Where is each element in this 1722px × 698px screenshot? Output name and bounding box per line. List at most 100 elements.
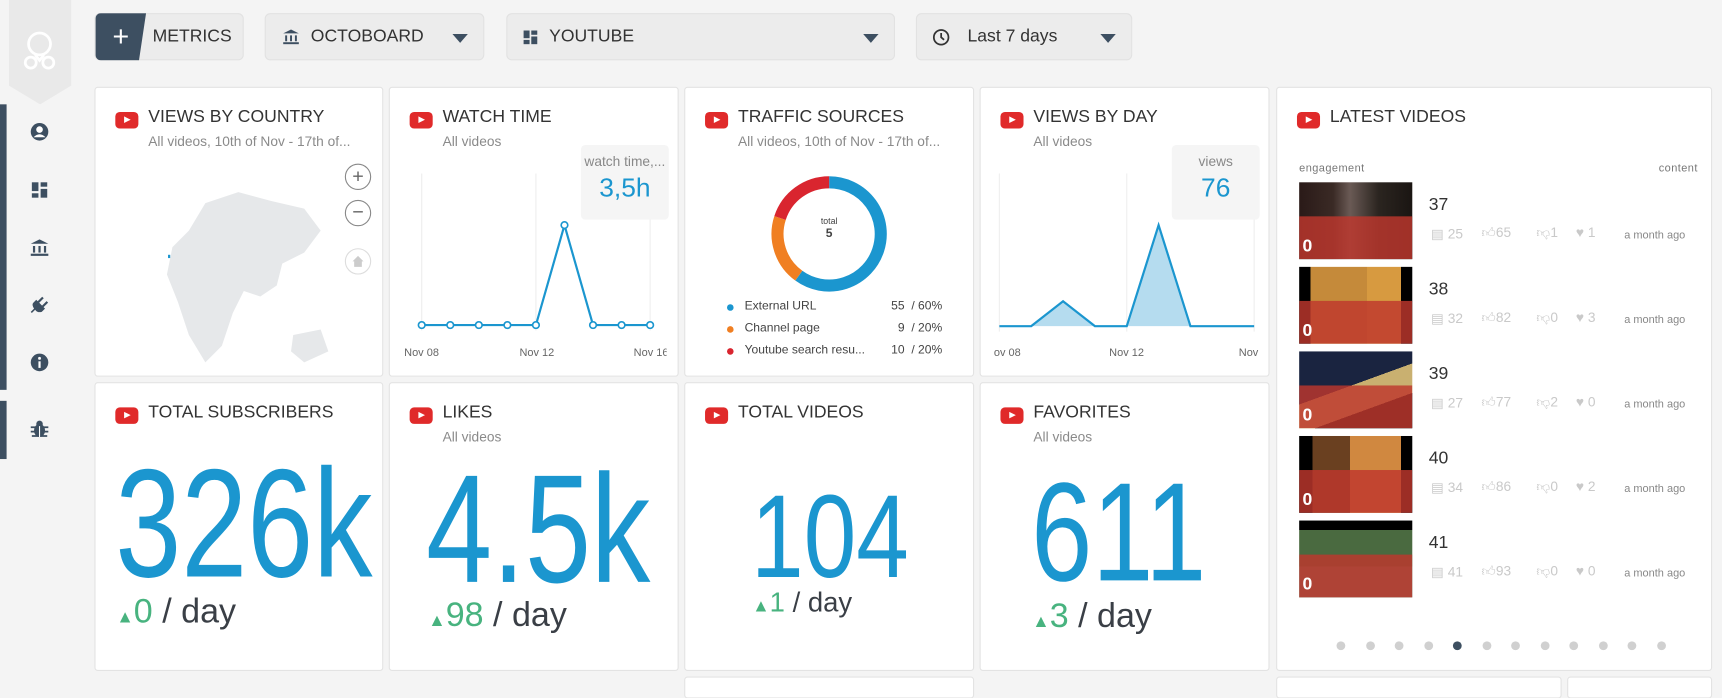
video-list-item[interactable]: 0 39 ▤ 27 👍︎77 👎︎2 ♥ 0 a month ago bbox=[1299, 351, 1716, 429]
donut-slice[interactable] bbox=[774, 176, 830, 221]
video-thumbnail[interactable]: 0 bbox=[1299, 435, 1413, 513]
carousel-page-dot[interactable] bbox=[1656, 641, 1666, 651]
add-metrics-button[interactable]: + METRICS bbox=[94, 13, 244, 61]
video-thumbnail[interactable]: 0 bbox=[1299, 182, 1413, 260]
youtube-icon bbox=[409, 407, 433, 424]
comments-stat: ▤ 34 bbox=[1430, 479, 1464, 496]
data-point[interactable] bbox=[617, 320, 626, 330]
favorites-value: 611 bbox=[1031, 453, 1207, 612]
thumbs-down-icon: 👎︎ bbox=[1536, 563, 1551, 579]
card-title: TRAFFIC SOURCES bbox=[737, 107, 904, 127]
plus-icon: + bbox=[95, 13, 147, 61]
data-point[interactable] bbox=[531, 320, 541, 330]
comments-stat: ▤ 32 bbox=[1430, 310, 1464, 327]
watch-time-chart[interactable] bbox=[390, 88, 680, 378]
carousel-page-dot[interactable] bbox=[1365, 641, 1375, 651]
video-thumbnail[interactable]: 0 bbox=[1299, 266, 1413, 344]
legend-label: Youtube search resu... bbox=[744, 343, 866, 357]
donut-slice[interactable] bbox=[771, 216, 803, 281]
legend-dot bbox=[727, 326, 734, 333]
views-by-day-chart[interactable] bbox=[981, 88, 1271, 378]
card-title: VIEWS BY COUNTRY bbox=[148, 107, 325, 127]
video-title[interactable]: 38 bbox=[1429, 280, 1449, 300]
kpi-value: 76 bbox=[1201, 173, 1231, 204]
card-subtitle: All videos, 10th of Nov - 17th of... bbox=[737, 133, 941, 150]
video-list-item[interactable]: 0 40 ▤ 34 👍︎86 👎︎0 ♥ 2 a month ago bbox=[1299, 435, 1716, 513]
video-age: a month ago bbox=[1624, 483, 1686, 496]
carousel-page-dot[interactable] bbox=[1511, 641, 1520, 651]
carousel-page-dot[interactable] bbox=[1423, 641, 1433, 651]
dashboard-dropdown[interactable]: YOUTUBE bbox=[506, 13, 896, 61]
data-point[interactable] bbox=[417, 320, 426, 330]
plug-icon[interactable] bbox=[30, 295, 50, 315]
likes-stat: 👍︎65 bbox=[1481, 225, 1512, 241]
legend-label: Channel page bbox=[744, 321, 820, 335]
video-title[interactable]: 41 bbox=[1429, 534, 1449, 554]
favorites-stat: ♥ 0 bbox=[1575, 563, 1596, 579]
legend-label: External URL bbox=[744, 299, 817, 313]
bank-icon[interactable] bbox=[30, 238, 50, 258]
carousel-page-dot[interactable] bbox=[1452, 641, 1462, 651]
videos-per-day: ▲1 / day bbox=[752, 588, 852, 620]
donut-total-label: total bbox=[820, 216, 838, 227]
data-point[interactable] bbox=[503, 320, 512, 330]
data-point[interactable] bbox=[474, 320, 483, 330]
likes-stat: 👍︎82 bbox=[1481, 309, 1512, 326]
app-logo[interactable] bbox=[8, 0, 72, 105]
bug-icon[interactable] bbox=[30, 420, 50, 440]
video-list-item[interactable]: 0 37 ▤ 25 👍︎65 👎︎1 ♥ 1 a month ago bbox=[1299, 182, 1716, 260]
carousel-page-dot[interactable] bbox=[1482, 641, 1491, 651]
carousel-page-dot[interactable] bbox=[1394, 641, 1404, 651]
dashboard-icon[interactable] bbox=[30, 180, 50, 200]
dislikes-stat: 👎︎1 bbox=[1536, 225, 1558, 241]
total-subscribers-card: TOTAL SUBSCRIBERS 326k ▲0 / day bbox=[94, 382, 384, 672]
video-thumbnail[interactable]: 0 bbox=[1299, 520, 1413, 598]
comments-stat: ▤ 27 bbox=[1430, 395, 1464, 411]
traffic-sources-card: TRAFFIC SOURCES All videos, 10th of Nov … bbox=[684, 86, 975, 377]
subscribers-per-day: ▲0 / day bbox=[116, 592, 236, 632]
home-button[interactable] bbox=[344, 248, 372, 275]
carousel-page-dot[interactable] bbox=[1540, 641, 1550, 651]
video-thumbnail[interactable]: 0 bbox=[1299, 351, 1413, 429]
favorites-per-day: ▲3 / day bbox=[1032, 596, 1152, 636]
carousel-page-dot[interactable] bbox=[1336, 641, 1346, 651]
carousel-page-dot[interactable] bbox=[1569, 641, 1579, 651]
organization-dropdown[interactable]: OCTOBOARD bbox=[264, 13, 485, 61]
video-title[interactable]: 37 bbox=[1429, 195, 1449, 215]
engagement-column-header: engagement bbox=[1299, 162, 1365, 175]
world-map[interactable] bbox=[139, 170, 337, 373]
likes-stat: 👍︎86 bbox=[1481, 478, 1512, 495]
carousel-page-dot[interactable] bbox=[1598, 641, 1608, 651]
zoom-in-button[interactable]: + bbox=[344, 163, 372, 190]
card-subtitle: All videos bbox=[1033, 429, 1093, 445]
x-tick-label: ov 08 bbox=[993, 347, 1021, 360]
youtube-icon bbox=[115, 407, 139, 424]
data-point[interactable] bbox=[588, 320, 598, 330]
date-range-dropdown[interactable]: Last 7 days bbox=[915, 13, 1133, 61]
thumbs-down-icon: 👎︎ bbox=[1536, 478, 1551, 495]
data-point[interactable] bbox=[560, 221, 569, 230]
info-icon[interactable] bbox=[30, 353, 50, 373]
legend-item[interactable]: Youtube search resu... 10 / 20% bbox=[727, 344, 942, 359]
video-list-item[interactable]: 0 38 ▤ 32 👍︎82 👎︎0 ♥ 3 a month ago bbox=[1299, 266, 1716, 344]
dashboard-icon bbox=[523, 29, 538, 44]
videos-value: 104 bbox=[751, 471, 909, 604]
youtube-icon bbox=[1000, 407, 1024, 424]
organization-label: OCTOBOARD bbox=[310, 26, 424, 46]
chevron-down-icon bbox=[863, 34, 879, 43]
likes-stat: 👍︎93 bbox=[1481, 563, 1512, 579]
video-list-item[interactable]: 0 41 ▤ 41 👍︎93 👎︎0 ♥ 0 a month ago bbox=[1299, 520, 1716, 598]
video-title[interactable]: 40 bbox=[1429, 449, 1449, 469]
legend-item[interactable]: External URL 55 / 60% bbox=[727, 300, 942, 315]
video-age: a month ago bbox=[1624, 229, 1686, 242]
data-point[interactable] bbox=[446, 320, 455, 330]
video-title[interactable]: 39 bbox=[1429, 365, 1449, 385]
user-circle-icon[interactable] bbox=[30, 122, 50, 142]
legend-item[interactable]: Channel page 9 / 20% bbox=[727, 322, 942, 337]
data-point[interactable] bbox=[646, 320, 655, 330]
favorites-stat: ♥ 1 bbox=[1575, 225, 1596, 241]
bank-icon bbox=[283, 28, 299, 44]
zoom-out-button[interactable]: − bbox=[344, 199, 372, 227]
carousel-page-dot[interactable] bbox=[1627, 641, 1637, 651]
per-day-label: / day bbox=[792, 587, 853, 619]
